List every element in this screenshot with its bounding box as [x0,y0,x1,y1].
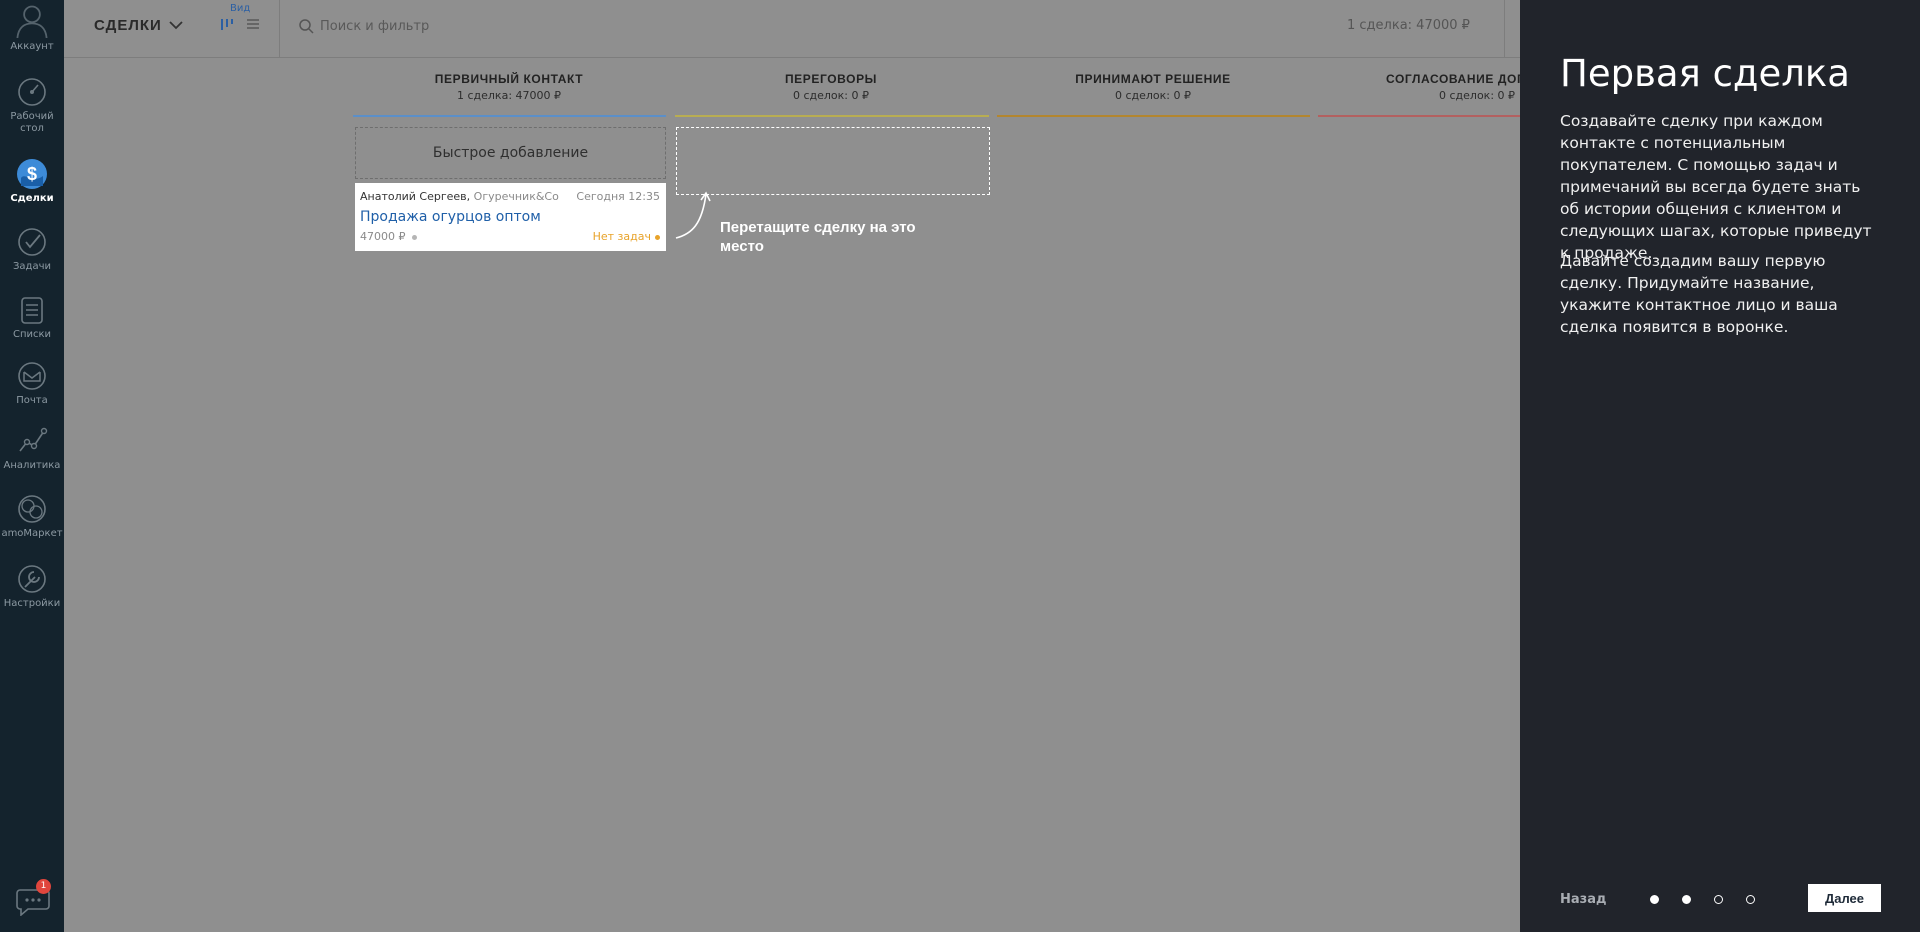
column-title: ПРИНИМАЮТ РЕШЕНИЕ [1075,72,1231,86]
page-title[interactable]: СДЕЛКИ [94,17,162,34]
deal-contact-name[interactable]: Анатолий Сергеев, [360,190,470,203]
deal-tasks-label: Нет задач [592,230,651,243]
back-button[interactable]: Назад [1560,892,1606,907]
onboarding-panel: Первая сделка Создавайте сделку при кажд… [1520,0,1920,932]
sidebar-item-label: Задачи [13,261,51,272]
deal-drop-zone[interactable] [676,127,990,195]
pipeline-column-header: СОГЛАСОВАНИЕ ДОГ 0 сделок: 0 ₽ [1318,72,1520,102]
sidebar-item-label: Аналитика [3,460,61,471]
sidebar-item-label: Настройки [3,598,61,609]
search-input[interactable] [320,14,920,38]
settings-icon [18,565,46,593]
onboarding-paragraph: Создавайте сделку при каждом контакте с … [1560,112,1872,262]
pipeline-column-header: ПЕРЕГОВОРЫ 0 сделок: 0 ₽ [675,72,987,102]
drag-hint: Перетащите сделку на это место [720,219,916,255]
list-view-icon[interactable] [246,18,260,30]
search-icon [299,19,314,34]
market-icon [18,495,46,523]
sidebar-item-tasks[interactable]: Задачи [0,226,64,273]
deals-icon: $ [17,159,47,189]
deal-price: 47000 ₽ [360,230,417,243]
sidebar: Аккаунт Рабочий стол $ Сделки Задачи Спи… [0,0,64,932]
divider [1504,0,1505,58]
divider [279,0,280,58]
deal-contact: Анатолий Сергеев, Огуречник&Co [360,190,559,203]
deal-date: Сегодня 12:35 [576,190,660,203]
mail-icon [18,362,46,390]
deal-price-value: 47000 ₽ [360,230,406,243]
sidebar-item-label: Аккаунт [10,41,54,52]
next-button[interactable]: Далее [1808,884,1881,912]
chevron-down-icon[interactable] [168,18,184,32]
sidebar-item-label: Почта [16,395,48,406]
step-indicator[interactable] [1682,895,1691,904]
deal-company[interactable]: Огуречник&Co [474,190,559,203]
account-icon [16,5,48,38]
sidebar-item-analytics[interactable]: Аналитика [0,425,64,472]
column-summary: 0 сделок: 0 ₽ [1439,89,1516,102]
pipeline-column-header: ПРИНИМАЮТ РЕШЕНИЕ 0 сделок: 0 ₽ [997,72,1309,102]
topbar: СДЕЛКИ Вид 1 сделка: 47000 ₽ [64,0,1520,58]
tasks-icon [18,228,46,256]
sidebar-item-lists[interactable]: Списки [0,294,64,341]
column-summary: 1 сделка: 47000 ₽ [456,89,562,102]
sidebar-item-label: Сделки [10,193,54,204]
onboarding-title: Первая сделка [1560,52,1850,95]
chat-notification-badge: 1 [36,879,51,894]
sidebar-item-deals[interactable]: $ Сделки [0,158,64,205]
drag-arrow-icon [675,191,711,239]
sidebar-item-mail[interactable]: Почта [0,360,64,407]
analytics-icon [19,427,48,452]
column-title: СОГЛАСОВАНИЕ ДОГ [1386,72,1520,86]
column-title: ПЕРВИЧНЫЙ КОНТАКТ [434,72,584,86]
deal-tasks: Нет задач [593,230,660,243]
sidebar-item-label: Списки [12,329,52,340]
column-status-line [353,115,666,117]
step-indicator[interactable] [1650,895,1659,904]
lists-icon [21,297,43,324]
pipeline-column-header: ПЕРВИЧНЫЙ КОНТАКТ 1 сделка: 47000 ₽ [353,72,665,102]
column-title: ПЕРЕГОВОРЫ [784,72,878,86]
deal-name-link[interactable]: Продажа огурцов оптом [360,209,541,225]
deal-card[interactable]: Анатолий Сергеев, Огуречник&Co Сегодня 1… [355,183,666,251]
column-status-line [997,115,1310,117]
status-dot [655,234,660,240]
sidebar-item-label: amoМаркет [1,528,63,539]
sidebar-item-label: Рабочий стол [10,111,54,134]
deals-summary: 1 сделка: 47000 ₽ [1347,18,1470,33]
column-status-line [1318,115,1520,117]
view-label: Вид [230,3,251,14]
status-dot [411,234,417,240]
column-summary: 0 сделок: 0 ₽ [792,89,870,102]
step-indicator[interactable] [1746,895,1755,904]
step-indicator[interactable] [1714,895,1723,904]
svg-text:$: $ [27,164,37,184]
sidebar-item-market[interactable]: amoМаркет [0,493,64,540]
column-status-line [675,115,989,117]
quick-add-button[interactable]: Быстрое добавление [355,127,666,179]
sidebar-item-settings[interactable]: Настройки [0,563,64,610]
pipeline-view-icon[interactable] [220,17,236,31]
sidebar-item-account[interactable]: Аккаунт [0,2,64,53]
column-summary: 0 сделок: 0 ₽ [1114,89,1192,102]
sidebar-item-dashboard[interactable]: Рабочий стол [0,76,64,135]
dashboard-icon [18,78,46,106]
onboarding-paragraph: Давайте создадим вашу первую сделку. При… [1560,252,1838,336]
